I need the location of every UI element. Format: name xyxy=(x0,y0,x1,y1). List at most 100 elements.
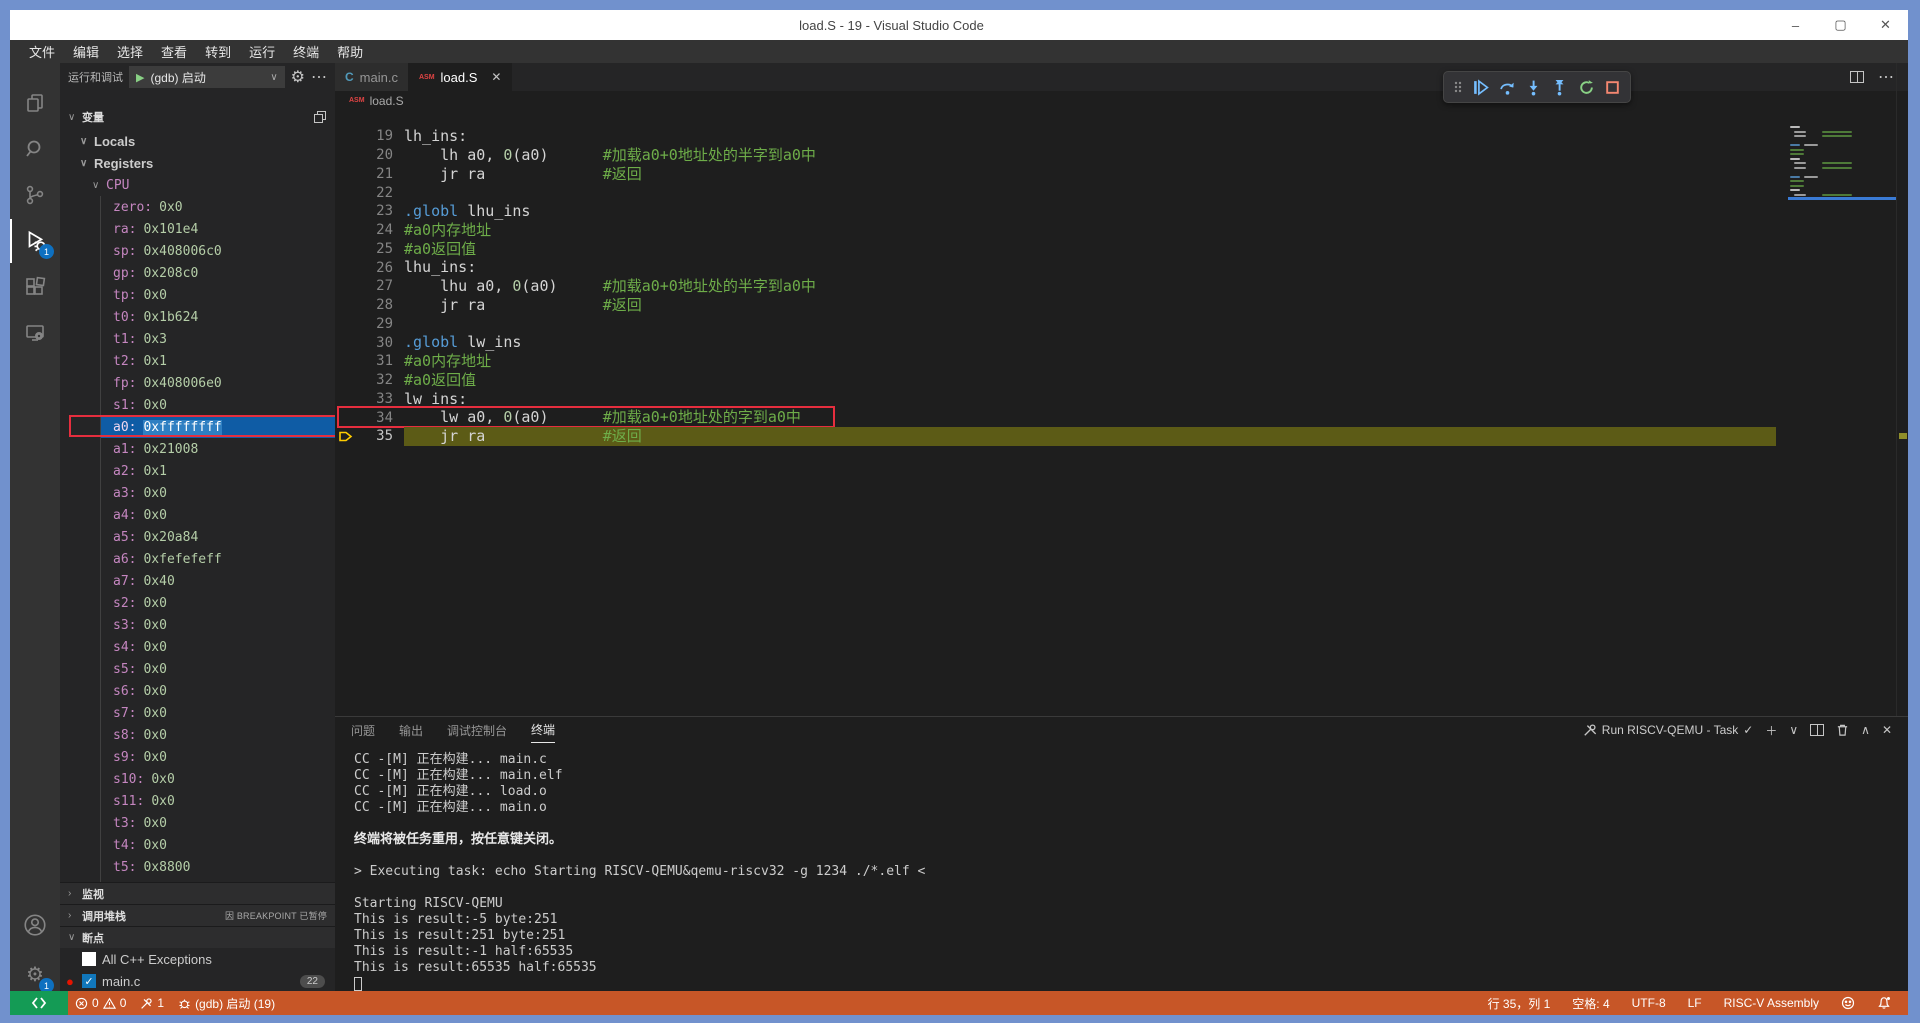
cursor-position[interactable]: 行 35，列 1 xyxy=(1481,995,1558,1012)
register-ra[interactable]: ra:0x101e4 xyxy=(101,218,335,240)
copy-icon[interactable] xyxy=(313,110,327,124)
feedback-icon[interactable] xyxy=(1834,996,1862,1010)
register-a3[interactable]: a3:0x0 xyxy=(101,482,335,504)
code-line-19[interactable]: 19lh_ins: xyxy=(335,127,1908,146)
register-t2[interactable]: t2:0x1 xyxy=(101,350,335,372)
register-t5[interactable]: t5:0x8800 xyxy=(101,856,335,878)
register-s7[interactable]: s7:0x0 xyxy=(101,702,335,724)
tab-load-s[interactable]: ASM load.S ✕ xyxy=(409,63,513,91)
register-s8[interactable]: s8:0x0 xyxy=(101,724,335,746)
stop-button[interactable] xyxy=(1604,79,1621,96)
restore-button[interactable]: ▢ xyxy=(1818,10,1863,40)
gutter[interactable] xyxy=(335,127,355,146)
close-panel-icon[interactable]: ✕ xyxy=(1882,723,1892,737)
code-line-30[interactable]: 30.globl lw_ins xyxy=(335,333,1908,352)
register-t1[interactable]: t1:0x3 xyxy=(101,328,335,350)
code-line-21[interactable]: 21 jr ra #返回 xyxy=(335,165,1908,184)
tree-item-locals[interactable]: ∨ Locals xyxy=(60,130,335,152)
register-s3[interactable]: s3:0x0 xyxy=(101,614,335,636)
watch-section-header[interactable]: › 监视 xyxy=(60,882,335,904)
minimize-button[interactable]: – xyxy=(1773,10,1818,40)
step-out-button[interactable] xyxy=(1551,79,1568,96)
tab-debug-console[interactable]: 调试控制台 xyxy=(447,717,507,743)
toolbar-drag-handle[interactable] xyxy=(1453,79,1463,95)
menu-item[interactable]: 文件 xyxy=(20,42,64,61)
indentation[interactable]: 空格: 4 xyxy=(1565,995,1616,1012)
gutter[interactable] xyxy=(335,183,355,202)
terminal-output[interactable]: CC -[M] 正在构建... main.cCC -[M] 正在构建... ma… xyxy=(335,752,1908,992)
gutter[interactable] xyxy=(335,277,355,296)
code-line-23[interactable]: 23.globl lhu_ins xyxy=(335,202,1908,221)
split-terminal-icon[interactable] xyxy=(1810,724,1824,736)
register-a4[interactable]: a4:0x0 xyxy=(101,504,335,526)
gutter[interactable] xyxy=(335,333,355,352)
code-line-29[interactable]: 29 xyxy=(335,315,1908,334)
breakpoint-main-c[interactable]: ● ✓ main.c 22 xyxy=(60,970,335,991)
kill-terminal-icon[interactable] xyxy=(1836,723,1849,737)
gutter[interactable] xyxy=(335,427,355,446)
maximize-panel-icon[interactable]: ∧ xyxy=(1861,723,1870,737)
launch-config-dropdown[interactable]: ▶ (gdb) 启动 ∨ xyxy=(129,66,285,88)
tree-item-cpu[interactable]: ∨ CPU xyxy=(60,174,335,196)
running-tasks-status[interactable]: 1 xyxy=(133,991,171,1015)
gutter[interactable] xyxy=(335,240,355,259)
minimap[interactable] xyxy=(1788,110,1896,210)
register-t4[interactable]: t4:0x0 xyxy=(101,834,335,856)
register-zero[interactable]: zero:0x0 xyxy=(101,196,335,218)
language-mode[interactable]: RISC-V Assembly xyxy=(1717,996,1826,1010)
close-tab-icon[interactable]: ✕ xyxy=(491,70,501,84)
step-over-button[interactable] xyxy=(1499,79,1516,96)
register-t3[interactable]: t3:0x0 xyxy=(101,812,335,834)
register-t0[interactable]: t0:0x1b624 xyxy=(101,306,335,328)
code-line-27[interactable]: 27 lhu a0, 0(a0) #加载a0+0地址处的半字到a0中 xyxy=(335,277,1908,296)
remote-explorer-icon[interactable] xyxy=(10,311,60,355)
breakpoints-section-header[interactable]: ∨ 断点 xyxy=(60,926,335,948)
gutter[interactable] xyxy=(335,165,355,184)
run-and-debug-icon[interactable]: 1 xyxy=(10,219,60,263)
new-terminal-icon[interactable]: ＋ xyxy=(1765,722,1777,739)
menu-item[interactable]: 帮助 xyxy=(328,42,372,61)
register-s4[interactable]: s4:0x0 xyxy=(101,636,335,658)
account-icon[interactable] xyxy=(10,903,60,947)
close-button[interactable]: ✕ xyxy=(1863,10,1908,40)
gutter[interactable] xyxy=(335,258,355,277)
checkbox-checked[interactable]: ✓ xyxy=(82,974,96,988)
code-line-26[interactable]: 26lhu_ins: xyxy=(335,258,1908,277)
problems-status[interactable]: 0 0 xyxy=(68,991,133,1015)
register-gp[interactable]: gp:0x208c0 xyxy=(101,262,335,284)
encoding[interactable]: UTF-8 xyxy=(1625,996,1673,1010)
variables-section-header[interactable]: ∨ 变量 xyxy=(60,105,335,129)
eol-sequence[interactable]: LF xyxy=(1681,996,1709,1010)
search-icon[interactable] xyxy=(10,127,60,171)
gutter[interactable] xyxy=(335,221,355,240)
code-line-34[interactable]: 34 lw a0, 0(a0) #加载a0+0地址处的字到a0中 xyxy=(335,408,1908,427)
code-line-20[interactable]: 20 lh a0, 0(a0) #加载a0+0地址处的半字到a0中 xyxy=(335,146,1908,165)
extensions-icon[interactable] xyxy=(10,265,60,309)
menu-item[interactable]: 查看 xyxy=(152,42,196,61)
callstack-section-header[interactable]: › 调用堆栈 因 BREAKPOINT 已暂停 xyxy=(60,904,335,926)
tab-problems[interactable]: 问题 xyxy=(351,717,375,743)
gutter[interactable] xyxy=(335,202,355,221)
code-line-33[interactable]: 33lw_ins: xyxy=(335,390,1908,409)
register-fp[interactable]: fp:0x408006e0 xyxy=(101,372,335,394)
menu-item[interactable]: 转到 xyxy=(196,42,240,61)
gutter[interactable] xyxy=(335,296,355,315)
menu-item[interactable]: 选择 xyxy=(108,42,152,61)
remote-indicator[interactable] xyxy=(10,991,68,1015)
restart-button[interactable] xyxy=(1578,79,1595,96)
terminal-dropdown-icon[interactable]: ∨ xyxy=(1789,723,1798,737)
register-a5[interactable]: a5:0x20a84 xyxy=(101,526,335,548)
start-debug-icon[interactable]: ▶ xyxy=(136,71,144,84)
register-s1[interactable]: s1:0x0 xyxy=(101,394,335,416)
menu-item[interactable]: 终端 xyxy=(284,42,328,61)
code-line-32[interactable]: 32#a0返回值 xyxy=(335,371,1908,390)
split-editor-icon[interactable] xyxy=(1850,71,1864,83)
register-sp[interactable]: sp:0x408006c0 xyxy=(101,240,335,262)
checkbox-unchecked[interactable] xyxy=(82,952,96,966)
gutter[interactable] xyxy=(335,371,355,390)
debug-settings-gear-icon[interactable]: ⚙ xyxy=(291,67,305,87)
breakpoint-all-cpp-exceptions[interactable]: All C++ Exceptions xyxy=(60,948,335,970)
tab-terminal[interactable]: 终端 xyxy=(531,717,555,743)
more-actions-icon[interactable]: ⋯ xyxy=(311,67,327,87)
register-a1[interactable]: a1:0x21008 xyxy=(101,438,335,460)
